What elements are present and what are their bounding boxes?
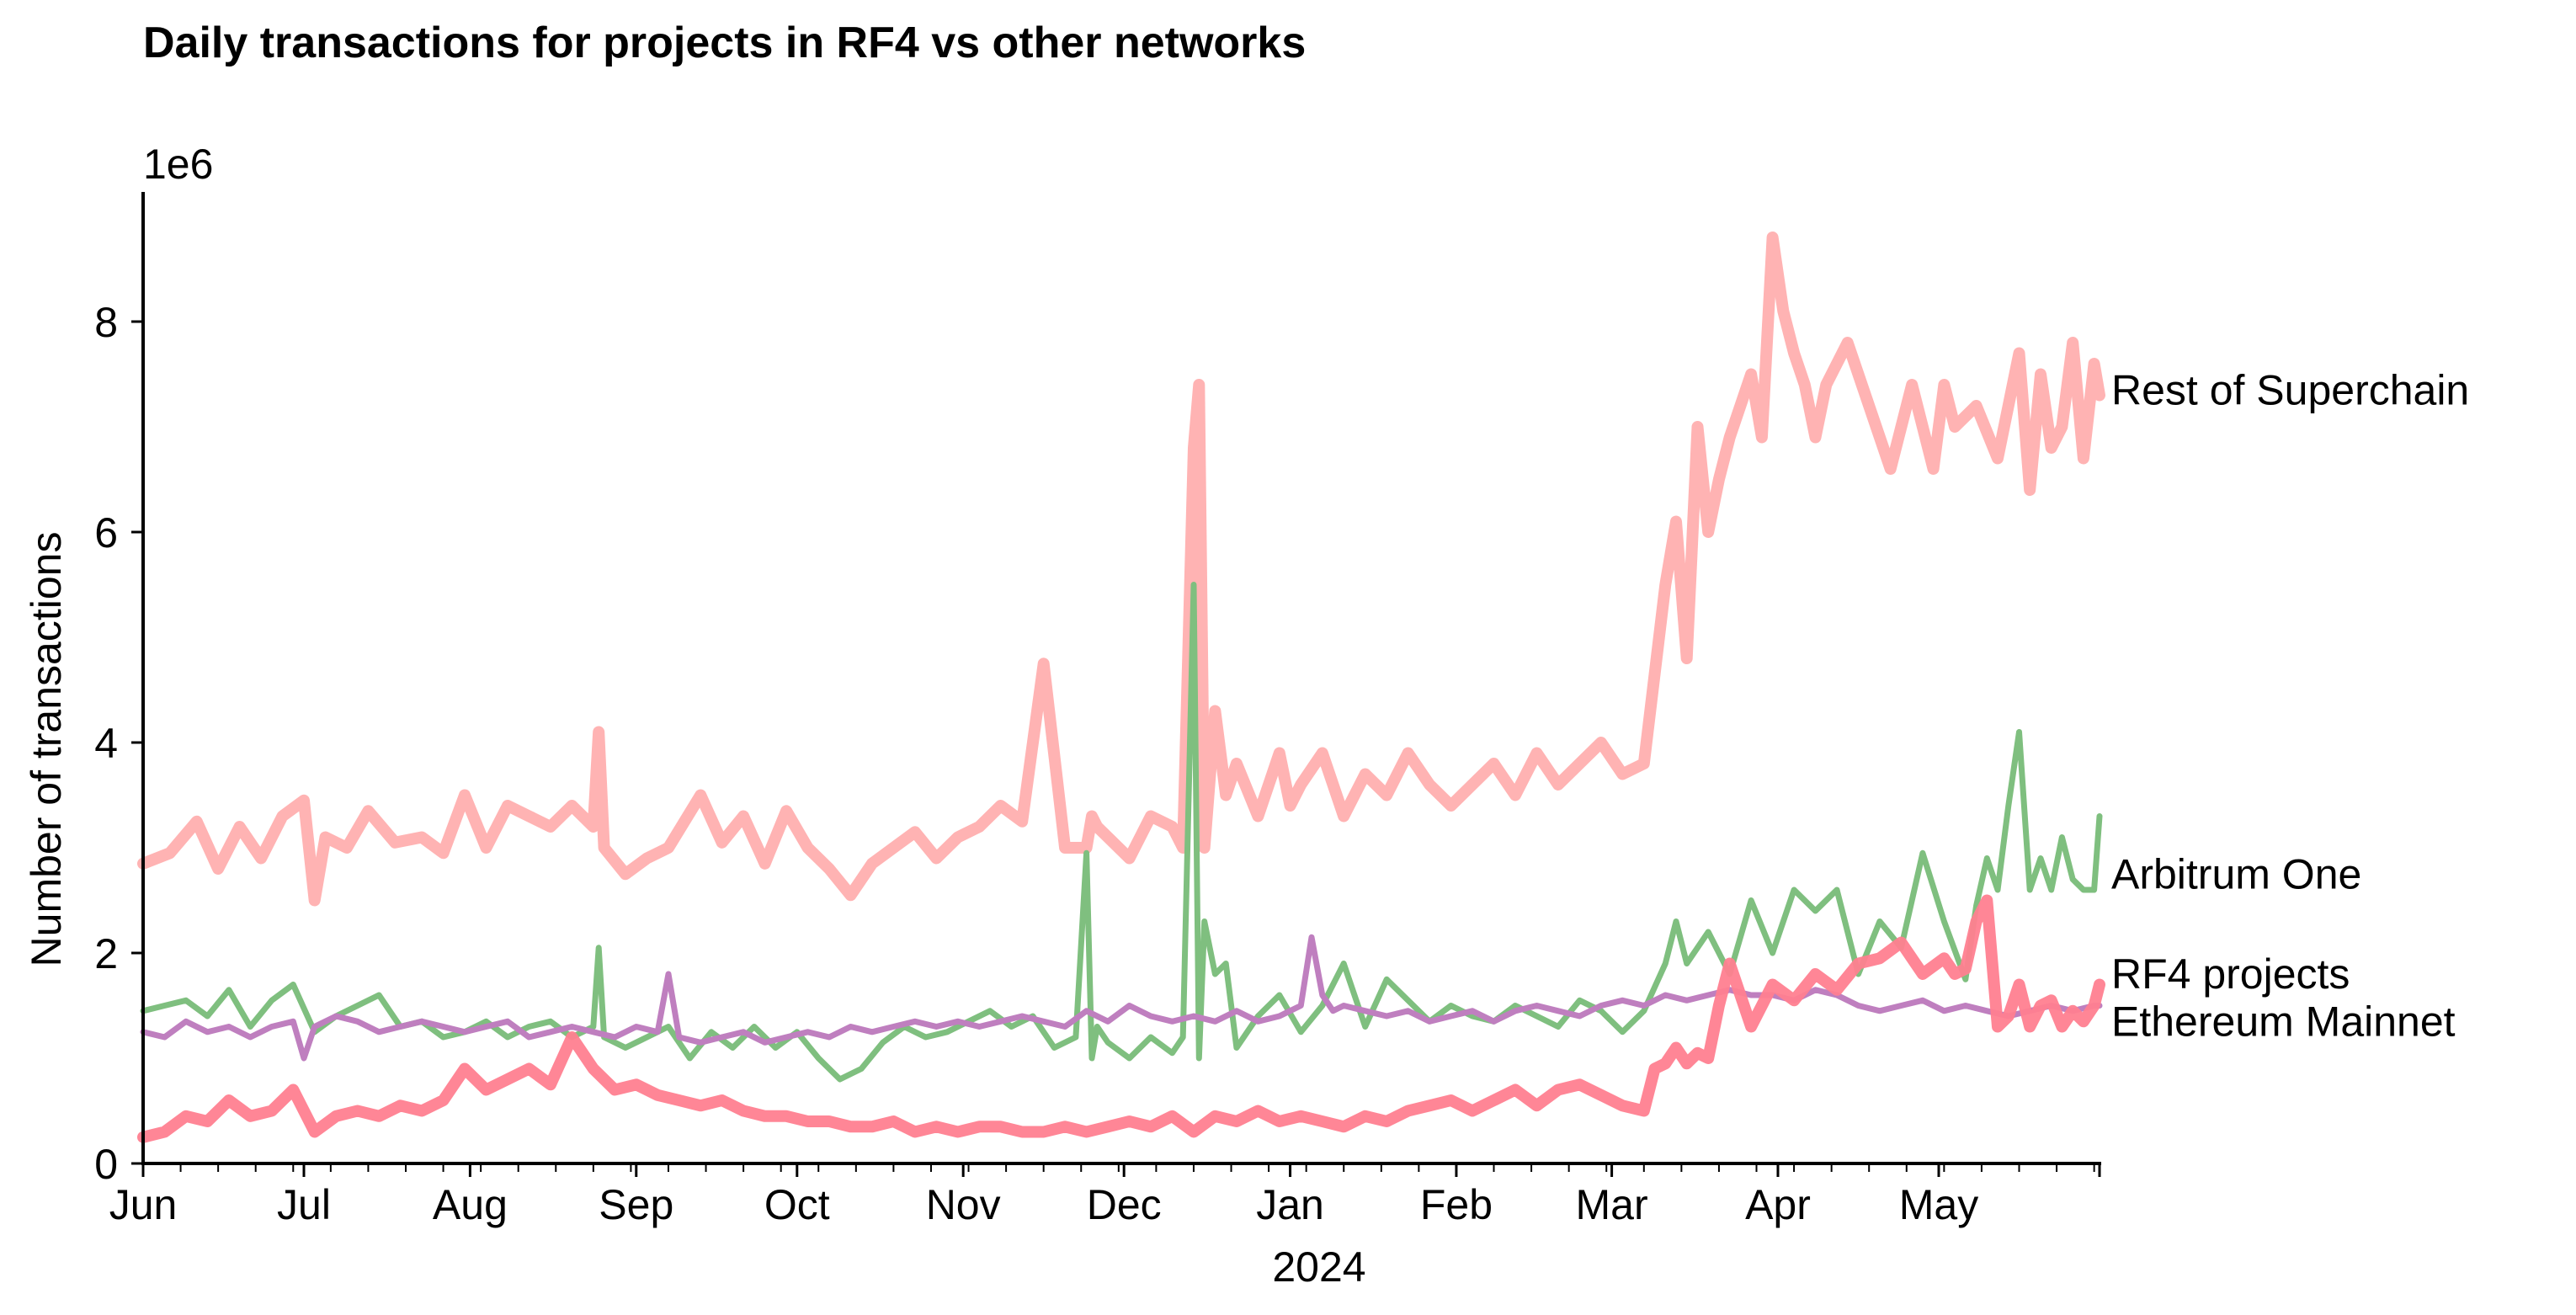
chart-title: Daily transactions for projects in RF4 v…: [143, 19, 1306, 67]
y-tick-label: 6: [94, 509, 118, 556]
series-end-labels: Rest of Superchain Arbitrum One RF4 projec…: [2111, 366, 2469, 1045]
x-tick-label: Sep: [599, 1181, 673, 1228]
line-chart: Daily transactions for projects in RF4 v…: [23, 19, 2469, 1291]
series-line-rf4-projects: [137, 894, 2105, 1143]
series-label-rf4-projects: RF4 projects: [2111, 950, 2350, 998]
x-tick-label: Jan: [1256, 1181, 1324, 1228]
x-tick-label: Feb: [1420, 1181, 1493, 1228]
y-axis-label: Number of transactions: [23, 532, 70, 967]
x-axis-label: 2024: [1272, 1243, 1365, 1291]
x-tick-label: May: [1899, 1181, 1978, 1228]
x-tick-label: Jul: [277, 1181, 331, 1228]
series-line-arbitrum-one: [140, 582, 2103, 1083]
series-layer: [137, 232, 2105, 1143]
x-tick-label: Mar: [1576, 1181, 1648, 1228]
x-tick-label: Dec: [1087, 1181, 1162, 1228]
axes-layer: [141, 192, 2101, 1165]
y-tick-label: 4: [94, 720, 118, 767]
series-label-rest-of-superchain: Rest of Superchain: [2111, 366, 2469, 413]
x-tick-label: Aug: [433, 1181, 508, 1228]
y-tick-label: 8: [94, 299, 118, 346]
y-ticks: 02468: [94, 299, 143, 1188]
y-tick-label: 2: [94, 930, 118, 977]
series-label-arbitrum-one: Arbitrum One: [2111, 850, 2361, 897]
x-tick-label: Nov: [926, 1181, 1001, 1228]
x-tick-label: Apr: [1745, 1181, 1811, 1228]
y-axis-offset-label: 1e6: [143, 141, 213, 188]
series-line-rest-of-superchain: [137, 232, 2105, 907]
series-label-ethereum-mainnet: Ethereum Mainnet: [2111, 998, 2456, 1045]
x-ticks: Jun Jul Aug Sep Oct Nov Dec Jan Feb Mar Apr May: [109, 1163, 2101, 1228]
series-line-ethereum-mainnet: [140, 934, 2103, 1062]
x-tick-label: Oct: [764, 1181, 830, 1228]
x-tick-label: Jun: [109, 1181, 178, 1228]
